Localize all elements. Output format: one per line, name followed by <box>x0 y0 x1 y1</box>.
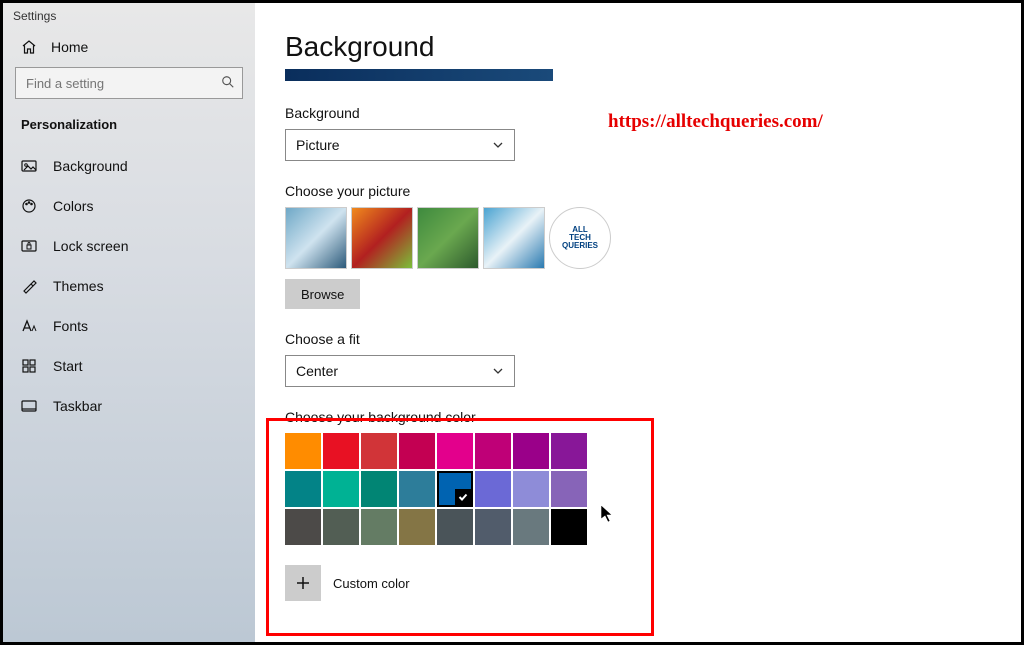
sidebar-item-label: Start <box>53 358 83 374</box>
content-area: Background Background Picture Choose you… <box>255 3 1021 642</box>
sidebar-item-background[interactable]: Background <box>3 146 255 186</box>
fonts-icon <box>21 318 37 334</box>
color-swatch[interactable] <box>475 433 511 469</box>
custom-color-button[interactable] <box>285 565 321 601</box>
cursor-icon <box>600 504 614 524</box>
color-swatch[interactable] <box>285 509 321 545</box>
sidebar-item-label: Lock screen <box>53 238 128 254</box>
color-swatch[interactable] <box>323 433 359 469</box>
sidebar-item-label: Background <box>53 158 128 174</box>
watermark-text: https://alltechqueries.com/ <box>608 111 823 133</box>
choose-color-label: Choose your background color <box>285 409 997 425</box>
category-label: Personalization <box>3 117 255 146</box>
color-swatch[interactable] <box>551 509 587 545</box>
palette-icon <box>21 198 37 214</box>
choose-picture-label: Choose your picture <box>285 183 997 199</box>
color-swatch[interactable] <box>323 471 359 507</box>
lockscreen-icon <box>21 238 37 254</box>
sidebar-item-lock-screen[interactable]: Lock screen <box>3 226 255 266</box>
picture-thumbnail[interactable] <box>351 207 413 269</box>
chevron-down-icon <box>492 139 504 151</box>
picture-thumbnails: ALLTECHQUERIES <box>285 207 997 269</box>
picture-thumbnail[interactable] <box>285 207 347 269</box>
picture-thumbnail[interactable]: ALLTECHQUERIES <box>549 207 611 269</box>
sidebar-item-label: Fonts <box>53 318 88 334</box>
background-select-value: Picture <box>296 137 340 153</box>
home-button[interactable]: Home <box>3 25 255 65</box>
custom-color-row: Custom color <box>285 565 997 601</box>
sidebar-item-label: Taskbar <box>53 398 102 414</box>
custom-color-label: Custom color <box>333 576 410 591</box>
color-swatch[interactable] <box>513 509 549 545</box>
picture-thumbnail[interactable] <box>483 207 545 269</box>
plus-icon <box>296 576 310 590</box>
taskbar-icon <box>21 398 37 414</box>
color-swatch[interactable] <box>399 433 435 469</box>
browse-button[interactable]: Browse <box>285 279 360 309</box>
color-swatch[interactable] <box>437 471 473 507</box>
color-swatch[interactable] <box>513 471 549 507</box>
color-swatch[interactable] <box>551 433 587 469</box>
color-swatch[interactable] <box>551 471 587 507</box>
picture-thumbnail[interactable] <box>417 207 479 269</box>
search-input[interactable] <box>15 67 243 99</box>
sidebar-item-fonts[interactable]: Fonts <box>3 306 255 346</box>
choose-fit-label: Choose a fit <box>285 331 997 347</box>
settings-window: Settings Home Personalization Background… <box>0 0 1024 645</box>
sidebar-item-taskbar[interactable]: Taskbar <box>3 386 255 426</box>
sidebar-item-label: Colors <box>53 198 93 214</box>
checkmark-icon <box>455 489 471 505</box>
sidebar-item-themes[interactable]: Themes <box>3 266 255 306</box>
color-swatch[interactable] <box>285 471 321 507</box>
color-swatch[interactable] <box>399 471 435 507</box>
sidebar: Settings Home Personalization Background… <box>3 3 255 642</box>
background-select[interactable]: Picture <box>285 129 515 161</box>
color-swatch[interactable] <box>475 471 511 507</box>
color-swatch[interactable] <box>475 509 511 545</box>
chevron-down-icon <box>492 365 504 377</box>
sidebar-item-label: Themes <box>53 278 104 294</box>
home-icon <box>21 39 37 55</box>
page-title: Background <box>285 31 997 63</box>
color-swatch[interactable] <box>399 509 435 545</box>
color-swatch[interactable] <box>437 509 473 545</box>
background-preview <box>285 69 553 81</box>
fit-select[interactable]: Center <box>285 355 515 387</box>
color-grid <box>285 433 589 545</box>
sidebar-item-start[interactable]: Start <box>3 346 255 386</box>
start-icon <box>21 358 37 374</box>
fit-select-value: Center <box>296 363 338 379</box>
nav-list: Background Colors Lock screen Themes Fonts St… <box>3 146 255 426</box>
sidebar-item-colors[interactable]: Colors <box>3 186 255 226</box>
search-wrap <box>15 67 243 99</box>
color-swatch[interactable] <box>361 433 397 469</box>
color-swatch[interactable] <box>285 433 321 469</box>
color-swatch[interactable] <box>513 433 549 469</box>
color-swatch[interactable] <box>437 433 473 469</box>
home-label: Home <box>51 39 88 55</box>
color-swatch[interactable] <box>361 471 397 507</box>
color-swatch[interactable] <box>361 509 397 545</box>
picture-icon <box>21 158 37 174</box>
app-title: Settings <box>3 3 255 25</box>
search-icon <box>221 75 235 89</box>
brush-icon <box>21 278 37 294</box>
color-swatch[interactable] <box>323 509 359 545</box>
